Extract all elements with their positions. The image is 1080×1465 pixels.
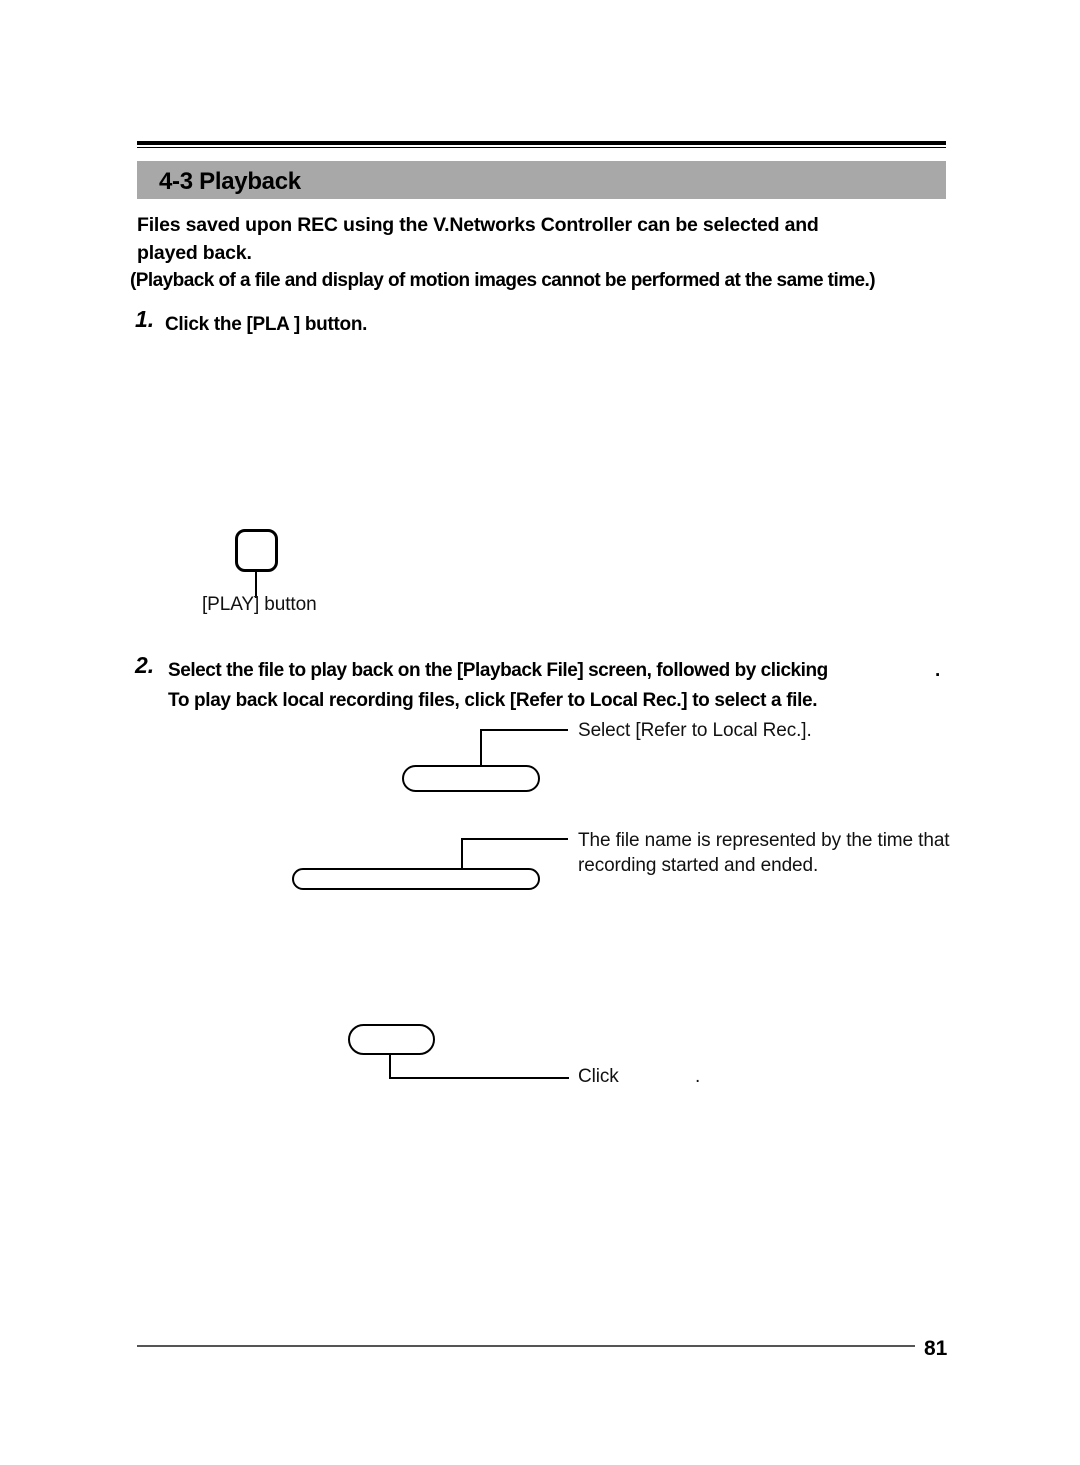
intro-paragraph: Files saved upon REC using the V.Network… — [137, 211, 949, 267]
file-name-callout-label-line-2: recording started and ended. — [578, 855, 819, 876]
file-name-callout-label: The file name is represented by the time… — [578, 828, 950, 878]
step-2-number: 2. — [135, 652, 155, 678]
click-button-leader-vertical — [389, 1055, 391, 1079]
intro-note: (Playback of a file and display of motio… — [130, 270, 876, 291]
step-2-text-line-1-trailing-period: . — [935, 660, 940, 681]
refer-local-rec-shape — [402, 765, 540, 792]
click-button-leader-horizontal — [389, 1077, 569, 1079]
page-number: 81 — [924, 1337, 948, 1360]
click-button-callout-label: Click — [578, 1066, 619, 1087]
play-button-shape — [235, 529, 278, 572]
refer-local-rec-callout-label: Select [Refer to Local Rec.]. — [578, 720, 812, 741]
file-name-leader-horizontal — [461, 838, 568, 840]
intro-line-2: played back. — [137, 242, 252, 264]
refer-local-rec-leader-vertical — [480, 729, 482, 767]
file-name-callout-label-line-1: The file name is represented by the time… — [578, 830, 950, 851]
header-rule-thin — [137, 147, 946, 148]
step-2-text-line-2: To play back local recording files, clic… — [168, 690, 818, 711]
manual-page: 4-3 Playback Files saved upon REC using … — [0, 0, 1080, 1465]
file-name-shape — [292, 868, 540, 890]
section-title: 4-3 Playback — [159, 168, 301, 195]
step-2-text-line-1: Select the file to play back on the [Pla… — [168, 660, 828, 681]
file-name-leader-vertical — [461, 838, 463, 871]
play-button-callout-label: [PLAY] button — [202, 594, 317, 615]
step-1-number: 1. — [135, 306, 155, 332]
footer-rule — [137, 1345, 915, 1347]
click-button-callout-trailing-period: . — [695, 1066, 701, 1087]
refer-local-rec-leader-horizontal — [480, 729, 568, 731]
step-1-text: Click the [PLA ] button. — [165, 314, 368, 335]
intro-line-1: Files saved upon REC using the V.Network… — [137, 214, 819, 236]
click-button-shape — [348, 1024, 435, 1055]
header-rule-thick — [137, 141, 946, 145]
